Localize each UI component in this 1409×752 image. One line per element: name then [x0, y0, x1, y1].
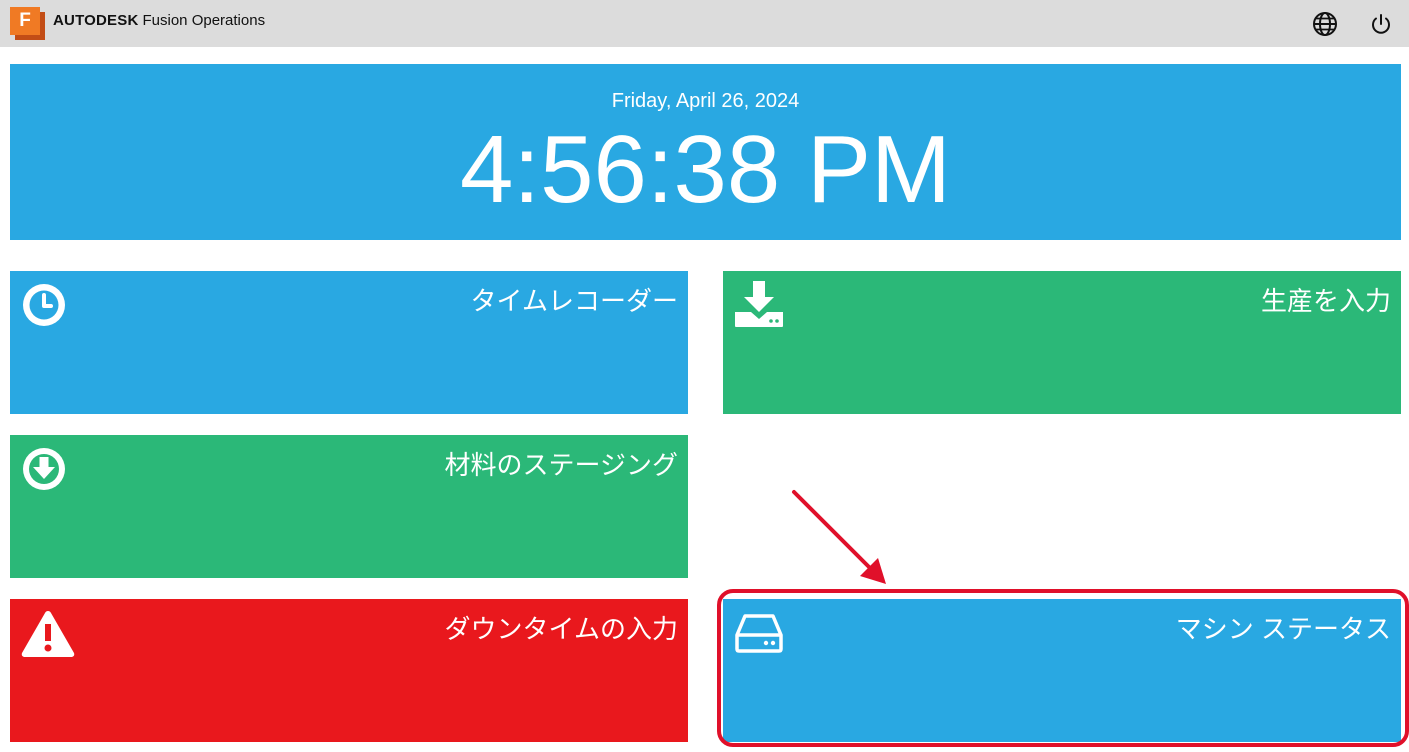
clock-icon [20, 281, 72, 333]
tile-label: 材料のステージング [444, 450, 678, 480]
clock-banner: Friday, April 26, 2024 4:56:38 PM [10, 64, 1401, 240]
fusion-logo: F [10, 7, 45, 40]
product-name: Fusion Operations [142, 12, 266, 29]
brand-name: AUTODESK [53, 12, 139, 29]
download-tray-icon [733, 281, 785, 333]
globe-icon[interactable] [1311, 10, 1339, 38]
tile-enter-production[interactable]: 生産を入力 [723, 271, 1401, 414]
warning-icon [20, 609, 75, 661]
tile-downtime-entry[interactable]: ダウンタイムの入力 [10, 599, 688, 742]
highlight-box [717, 589, 1409, 747]
current-time: 4:56:38 PM [460, 116, 951, 223]
pointer-arrow [792, 490, 886, 584]
tile-label: ダウンタイムの入力 [444, 614, 678, 644]
power-icon[interactable] [1367, 10, 1395, 38]
tile-material-staging[interactable]: 材料のステージング [10, 435, 688, 578]
tile-time-recorder[interactable]: タイムレコーダー [10, 271, 688, 414]
logo-letter: F [10, 7, 40, 35]
current-date: Friday, April 26, 2024 [611, 90, 800, 112]
tile-label: 生産を入力 [1260, 286, 1391, 316]
download-circle-icon [20, 445, 72, 497]
app-title: AUTODESK Fusion Operations [53, 12, 265, 32]
tile-label: タイムレコーダー [470, 286, 678, 316]
top-bar: F AUTODESK Fusion Operations [0, 0, 1409, 47]
